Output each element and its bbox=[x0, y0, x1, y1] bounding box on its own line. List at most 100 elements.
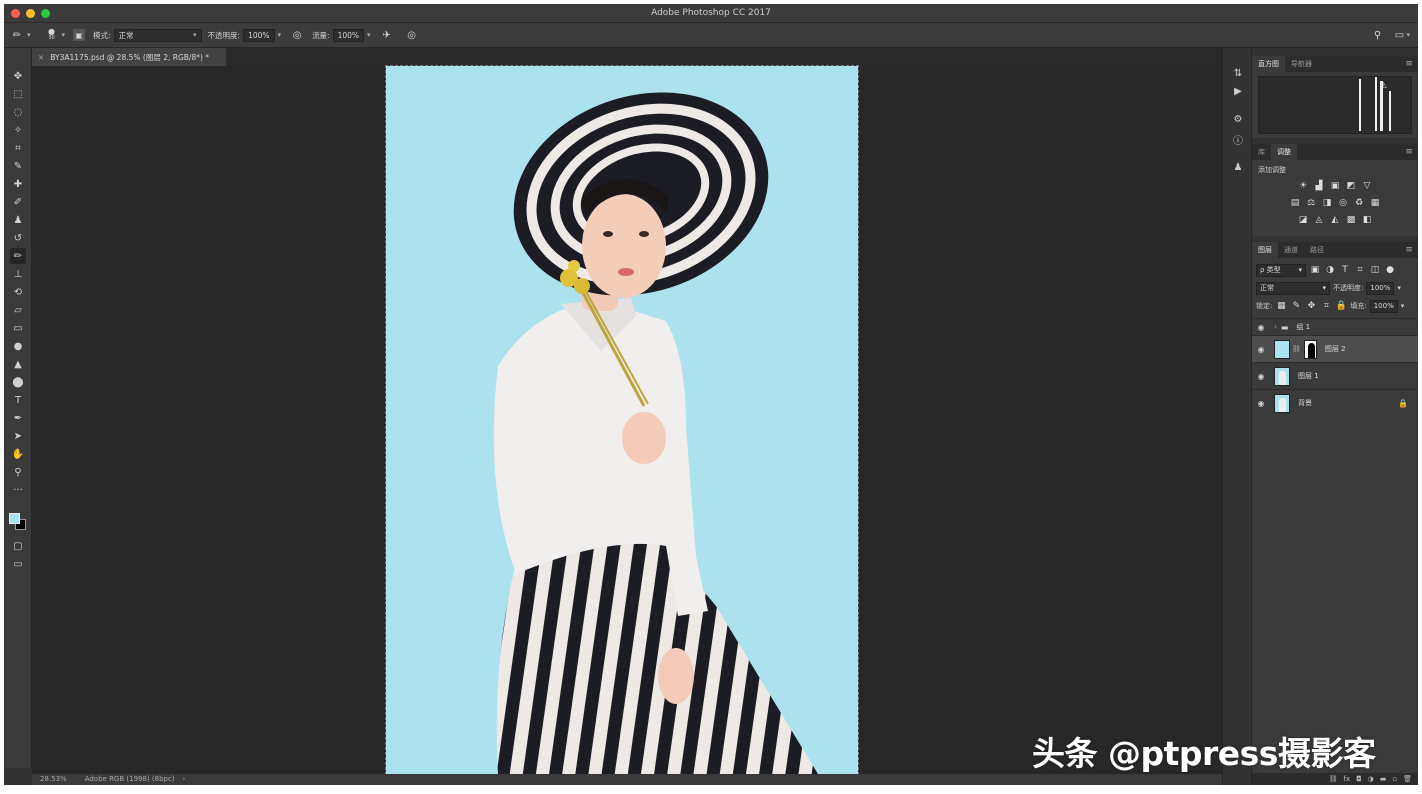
chevron-right-icon[interactable]: › bbox=[1274, 323, 1277, 331]
new-group-icon[interactable]: ▬ bbox=[1380, 775, 1387, 783]
hand-icon[interactable]: ✋ bbox=[10, 446, 26, 462]
properties-panel-icon[interactable]: ⚙ bbox=[1231, 112, 1245, 126]
chevron-down-icon[interactable]: ▾ bbox=[62, 31, 66, 39]
panel-menu-icon[interactable]: ≡ bbox=[1405, 59, 1413, 69]
trash-icon[interactable]: 🗑 bbox=[1403, 775, 1412, 783]
healing-brush-icon[interactable]: ✚ bbox=[10, 176, 26, 192]
panel-menu-icon[interactable]: ≡ bbox=[1405, 147, 1413, 157]
path-select-icon[interactable]: ➤ bbox=[10, 428, 26, 444]
tab-channels[interactable]: 通道 bbox=[1278, 242, 1304, 258]
type-icon[interactable]: T bbox=[10, 392, 26, 408]
selective-color-icon[interactable]: ▩ bbox=[1345, 214, 1357, 225]
chevron-down-icon[interactable]: ▾ bbox=[278, 31, 282, 39]
history-brush-icon[interactable]: ↺ bbox=[10, 230, 26, 246]
canvas-area[interactable] bbox=[32, 65, 1222, 775]
eye-icon[interactable]: ◉ bbox=[1252, 399, 1270, 408]
chevron-down-icon[interactable]: ▾ bbox=[367, 31, 371, 39]
fx-icon[interactable]: fx bbox=[1343, 775, 1350, 783]
more-icon[interactable]: ··· bbox=[10, 482, 26, 498]
tab-paths[interactable]: 路径 bbox=[1304, 242, 1330, 258]
new-layer-icon[interactable]: ▫ bbox=[1392, 775, 1397, 783]
eye-icon[interactable]: ◉ bbox=[1252, 323, 1270, 332]
adjustment-layer-icon[interactable]: ◑ bbox=[1368, 775, 1374, 783]
lock-position-icon[interactable]: ✥ bbox=[1305, 301, 1317, 312]
photo-filter-icon[interactable]: ◎ bbox=[1337, 197, 1349, 208]
lock-pixels-icon[interactable]: ✎ bbox=[1290, 301, 1302, 312]
tab-histogram[interactable]: 直方图 bbox=[1252, 56, 1285, 72]
curves-icon[interactable]: ▣ bbox=[1329, 180, 1341, 191]
opacity-field[interactable]: 100% bbox=[243, 28, 275, 42]
sponge-icon[interactable]: ⬤ bbox=[10, 374, 26, 390]
hue-saturation-icon[interactable]: ▤ bbox=[1289, 197, 1301, 208]
tab-navigator[interactable]: 导航器 bbox=[1285, 56, 1318, 72]
pressure-opacity-icon[interactable]: ◎ bbox=[290, 28, 304, 42]
gradient-map-icon[interactable]: ◧ bbox=[1361, 214, 1373, 225]
tab-layers[interactable]: 图层 bbox=[1252, 242, 1278, 258]
foreground-color-swatch[interactable] bbox=[9, 513, 20, 524]
add-mask-icon[interactable]: ◘ bbox=[1356, 775, 1362, 783]
zoom-icon[interactable]: ⚲ bbox=[10, 464, 26, 480]
brightness-icon[interactable]: ☀ bbox=[1297, 180, 1309, 191]
posterize-icon[interactable]: ◬ bbox=[1313, 214, 1325, 225]
brush-settings-icon[interactable]: ▣ bbox=[73, 29, 86, 41]
layer-thumbnail[interactable] bbox=[1274, 393, 1290, 413]
move-icon[interactable]: ✥ bbox=[10, 68, 26, 84]
eyedropper-icon[interactable]: ✎ bbox=[10, 158, 26, 174]
filter-type-icon[interactable]: T bbox=[1339, 265, 1351, 276]
chevron-down-icon[interactable]: ▾ bbox=[1406, 31, 1410, 39]
filter-toggle-icon[interactable]: ● bbox=[1384, 265, 1396, 276]
marquee-icon[interactable]: ⬚ bbox=[10, 86, 26, 102]
pen-icon[interactable]: ✒ bbox=[10, 410, 26, 426]
tab-libraries[interactable]: 库 bbox=[1252, 144, 1271, 160]
brush-active-icon[interactable]: ✏ bbox=[10, 248, 26, 264]
color-lookup-icon[interactable]: ▦ bbox=[1369, 197, 1381, 208]
brush-preset-icon[interactable]: ✏ bbox=[10, 28, 24, 42]
history-icon[interactable]: ⟲ bbox=[10, 284, 26, 300]
fill-field[interactable]: 100% bbox=[1369, 299, 1398, 313]
filter-smart-object-icon[interactable]: ◫ bbox=[1369, 265, 1381, 276]
magic-wand-icon[interactable]: ✧ bbox=[10, 122, 26, 138]
clone-stamp-icon[interactable]: ♟ bbox=[10, 212, 26, 228]
zoom-level[interactable]: 28.53% bbox=[40, 775, 67, 783]
lasso-icon[interactable]: ◌ bbox=[10, 104, 26, 120]
blend-mode-select[interactable]: 正常 ▾ bbox=[1256, 281, 1330, 295]
color-balance-icon[interactable]: ⚖ bbox=[1305, 197, 1317, 208]
close-icon[interactable]: × bbox=[38, 53, 44, 62]
chevron-down-icon[interactable]: ▾ bbox=[27, 31, 31, 39]
layer-filter-select[interactable]: ρ 类型 ▾ bbox=[1256, 263, 1306, 277]
flow-field[interactable]: 100% bbox=[332, 28, 365, 42]
eraser-icon[interactable]: ▱ bbox=[10, 302, 26, 318]
character-panel-icon[interactable]: ♟ bbox=[1231, 160, 1245, 174]
gradient-icon[interactable]: ▭ bbox=[10, 320, 26, 336]
chevron-down-icon[interactable]: ▾ bbox=[1397, 284, 1401, 292]
filter-adjustment-icon[interactable]: ◑ bbox=[1324, 265, 1336, 276]
layer-row-masked[interactable]: ◉ ⛓ 图层 2 bbox=[1252, 335, 1418, 362]
airbrush-icon[interactable]: ✈ bbox=[380, 28, 394, 42]
actions-play-icon[interactable]: ▶ bbox=[1231, 84, 1245, 98]
brush-icon[interactable]: ✐ bbox=[10, 194, 26, 210]
filter-shape-icon[interactable]: ⌗ bbox=[1354, 265, 1366, 276]
history-panel-icon[interactable]: ⇅ bbox=[1231, 66, 1245, 80]
lock-artboard-icon[interactable]: ⌗ bbox=[1320, 301, 1332, 312]
lock-all-icon[interactable]: 🔒 bbox=[1335, 301, 1347, 312]
info-icon[interactable]: ⓘ bbox=[1231, 132, 1245, 147]
eye-icon[interactable]: ◉ bbox=[1252, 345, 1270, 354]
document-tab[interactable]: × BY3A1175.psd @ 28.5% (图层 2, RGB/8*) * bbox=[32, 48, 226, 66]
document-canvas[interactable] bbox=[385, 65, 859, 775]
filter-pixel-icon[interactable]: ▣ bbox=[1309, 265, 1321, 276]
mode-select[interactable]: 正常 ▾ bbox=[113, 28, 202, 42]
chevron-down-icon[interactable]: ▾ bbox=[1401, 302, 1405, 310]
brush-tip-icon[interactable]: ● 30 bbox=[45, 28, 59, 42]
search-icon[interactable]: ⚲ bbox=[1370, 28, 1384, 42]
workspace-icon[interactable]: ▭ bbox=[1392, 28, 1406, 42]
layer-thumbnail[interactable] bbox=[1274, 366, 1290, 386]
blur-icon[interactable]: ● bbox=[10, 338, 26, 354]
tab-adjustments[interactable]: 调整 bbox=[1271, 144, 1297, 160]
threshold-icon[interactable]: ◭ bbox=[1329, 214, 1341, 225]
channel-mixer-icon[interactable]: ♻ bbox=[1353, 197, 1365, 208]
layer-thumbnail[interactable] bbox=[1274, 339, 1290, 359]
panel-menu-icon[interactable]: ≡ bbox=[1405, 245, 1413, 255]
vibrance-icon[interactable]: ▽ bbox=[1361, 180, 1373, 191]
warning-icon[interactable]: ⚠ bbox=[1380, 81, 1387, 90]
link-icon[interactable]: ⛓ bbox=[1292, 345, 1301, 353]
